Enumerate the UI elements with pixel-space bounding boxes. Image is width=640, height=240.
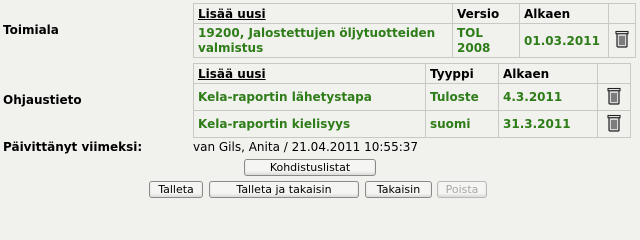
updated-value: van Gils, Anita / 21.04.2011 10:55:37: [193, 140, 419, 154]
ohjaustieto-table: Lisää uusi Tyyppi Alkaen Kela-raportin l…: [193, 63, 631, 138]
toimiala-header-row: Lisää uusi Versio Alkaen: [193, 3, 636, 24]
col-alkaen: Alkaen: [519, 3, 609, 24]
col-alkaen: Alkaen: [498, 63, 598, 84]
col-versio: Versio: [452, 3, 520, 24]
ohjaustieto-add-link[interactable]: Lisää uusi: [198, 67, 266, 81]
takaisin-button[interactable]: Takaisin: [365, 181, 432, 198]
trash-icon[interactable]: [607, 114, 621, 135]
ohjaus-tyyppi: suomi: [425, 110, 499, 138]
toimiala-table: Lisää uusi Versio Alkaen 19200, Jalostet…: [193, 3, 636, 58]
ohjaustieto-label: Ohjaustieto: [3, 93, 82, 107]
toimiala-label: Toimiala: [3, 23, 59, 37]
table-row: 19200, Jalostettujen öljytuotteiden valm…: [193, 23, 636, 58]
trash-icon[interactable]: [607, 87, 621, 108]
toimiala-add-link[interactable]: Lisää uusi: [198, 7, 266, 21]
table-row: Kela-raportin lähetystapa Tuloste 4.3.20…: [193, 83, 631, 111]
updated-label: Päivittänyt viimeksi:: [3, 140, 143, 154]
ohjaus-alkaen: 4.3.2011: [498, 83, 598, 111]
toimiala-versio: TOL 2008: [452, 23, 520, 58]
poista-button[interactable]: Poista: [437, 181, 487, 198]
toimiala-add-cell: Lisää uusi: [193, 3, 453, 24]
col-tyyppi: Tyyppi: [425, 63, 499, 84]
talleta-button[interactable]: Talleta: [149, 181, 203, 198]
ohjaus-alkaen: 31.3.2011: [498, 110, 598, 138]
kohdistuslistat-button[interactable]: Kohdistuslistat: [244, 159, 376, 176]
talleta-ja-takaisin-button[interactable]: Talleta ja takaisin: [209, 181, 359, 198]
ohjaus-name: Kela-raportin kielisyys: [193, 110, 426, 138]
table-row: Kela-raportin kielisyys suomi 31.3.2011: [193, 110, 631, 138]
ohjaus-name: Kela-raportin lähetystapa: [193, 83, 426, 111]
ohjaus-tyyppi: Tuloste: [425, 83, 499, 111]
trash-icon[interactable]: [615, 30, 629, 51]
toimiala-alkaen: 01.03.2011: [519, 23, 609, 58]
ohjaustieto-header-row: Lisää uusi Tyyppi Alkaen: [193, 63, 631, 84]
toimiala-name: 19200, Jalostettujen öljytuotteiden valm…: [193, 23, 453, 58]
